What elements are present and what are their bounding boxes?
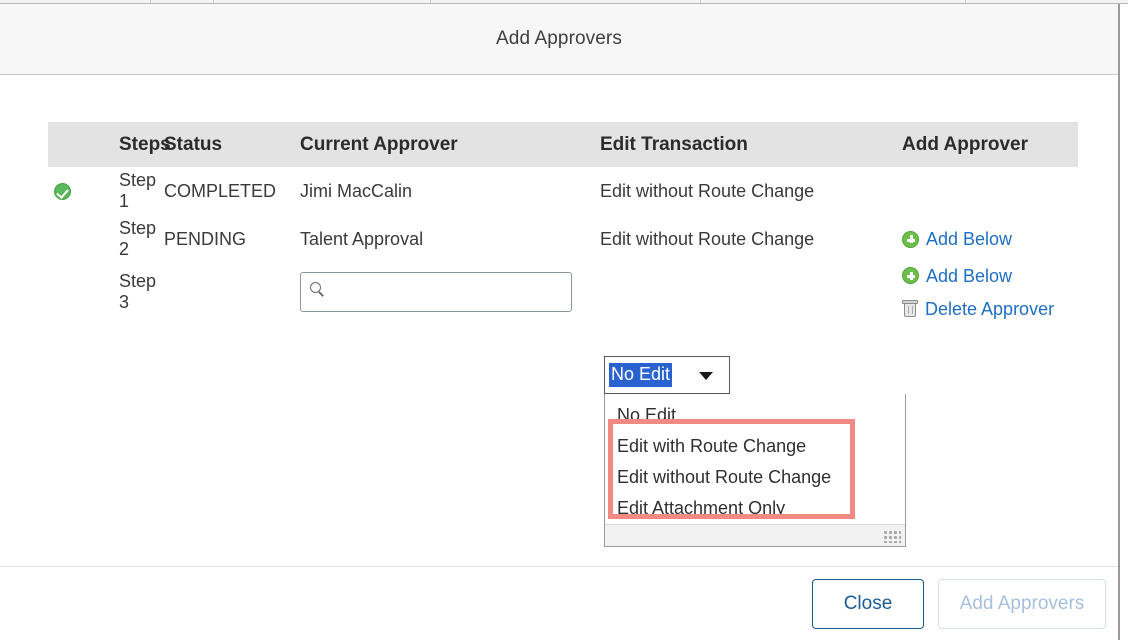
row-status-flag	[48, 167, 84, 215]
dialog-body: Steps Status Current Approver Edit Trans…	[0, 75, 1118, 566]
add-below-button-row2[interactable]: Add Below	[902, 230, 1078, 248]
cell-add-approver	[900, 167, 1078, 215]
add-approvers-dialog: Add Approvers Steps Status Current Appro…	[0, 4, 1120, 640]
row-status-flag	[48, 263, 84, 321]
cell-status	[162, 263, 298, 321]
cell-current-approver	[298, 263, 598, 321]
cell-edit-transaction	[598, 263, 900, 321]
approver-search-input[interactable]	[301, 274, 571, 310]
search-icon	[310, 282, 321, 293]
close-button[interactable]: Close	[812, 578, 924, 629]
row3-action-stack: Add Below Delete Approver	[902, 267, 1078, 318]
column-header-add-approver: Add Approver	[900, 122, 1078, 167]
select-option-edit-with-route-change[interactable]: Edit with Route Change	[605, 431, 905, 462]
add-circle-icon	[902, 230, 919, 248]
cell-status: PENDING	[164, 228, 247, 249]
chevron-down-icon	[699, 372, 713, 380]
table-row: Step 2 PENDING Talent Approval Edit with…	[48, 215, 1078, 263]
cell-status: COMPLETED	[164, 180, 277, 201]
page-title: Add Approvers	[496, 28, 622, 49]
add-below-label: Add Below	[926, 229, 1013, 249]
table-row: Step 3 Add Below Delete Approver	[48, 263, 1078, 321]
option-list-footer	[605, 524, 905, 546]
column-header-status: Status	[162, 122, 298, 167]
table-header-row: Steps Status Current Approver Edit Trans…	[48, 122, 1078, 167]
cell-step: Step 1	[119, 170, 157, 211]
cell-step: Step 2	[119, 218, 157, 259]
cell-step: Step 3	[119, 271, 157, 312]
completed-check-icon	[54, 183, 71, 201]
cell-add-approver: Add Below	[900, 215, 1078, 263]
column-header-flag	[48, 122, 84, 167]
dialog-header: Add Approvers	[0, 4, 1118, 75]
delete-approver-label: Delete Approver	[925, 298, 1055, 319]
add-below-label: Add Below	[926, 265, 1013, 286]
add-approvers-button[interactable]: Add Approvers	[938, 578, 1106, 629]
table-row: Step 1 COMPLETED Jimi MacCalin Edit with…	[48, 167, 1078, 215]
edit-transaction-select[interactable]: No Edit No Edit Edit with Route Change E…	[604, 356, 906, 547]
column-header-current-approver: Current Approver	[298, 122, 598, 167]
edit-transaction-selected-value: No Edit	[609, 363, 673, 387]
edit-transaction-option-list: No Edit Edit with Route Change Edit with…	[604, 394, 906, 547]
delete-approver-button[interactable]: Delete Approver	[902, 300, 1078, 318]
select-option-edit-attachment-only[interactable]: Edit Attachment Only	[605, 493, 905, 524]
add-circle-icon	[902, 267, 919, 284]
cell-edit-transaction: Edit without Route Change	[600, 180, 815, 201]
column-header-steps: Steps	[84, 122, 171, 167]
row-status-flag	[48, 215, 84, 263]
trash-icon	[902, 300, 918, 317]
approvers-table: Steps Status Current Approver Edit Trans…	[48, 122, 1078, 321]
cell-current-approver: Jimi MacCalin	[300, 180, 413, 201]
dialog-footer: Close Add Approvers	[0, 566, 1118, 640]
cell-add-approver: Add Below Delete Approver	[900, 263, 1078, 321]
select-option-edit-without-route-change[interactable]: Edit without Route Change	[605, 462, 905, 493]
select-option-no-edit[interactable]: No Edit	[605, 400, 905, 431]
edit-transaction-select-trigger[interactable]: No Edit	[604, 356, 730, 394]
cell-edit-transaction: Edit without Route Change	[600, 228, 815, 249]
cell-current-approver: Talent Approval	[300, 228, 424, 249]
add-below-button-row3[interactable]: Add Below	[902, 267, 1078, 285]
approver-search-box[interactable]	[300, 272, 572, 312]
resize-grip-icon[interactable]	[883, 530, 901, 543]
column-header-edit-transaction: Edit Transaction	[598, 122, 900, 167]
